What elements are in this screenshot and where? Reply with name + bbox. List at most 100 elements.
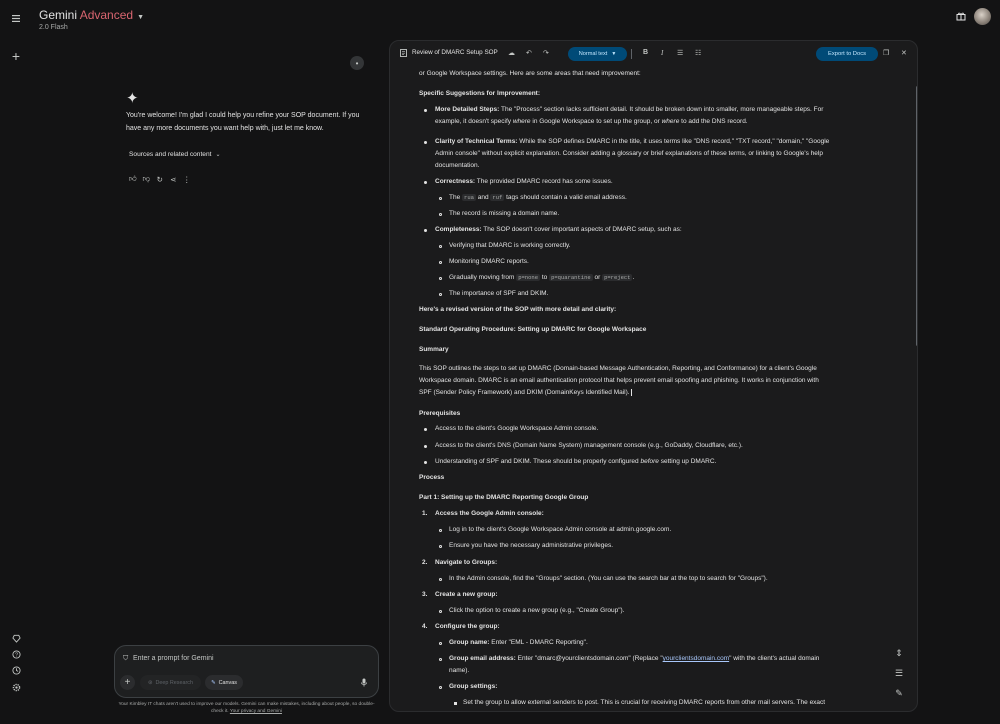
chevron-down-icon: ▼	[137, 14, 144, 21]
help-icon[interactable]: ?	[8, 646, 24, 662]
domain-link[interactable]: yourclientsdomain.com	[663, 655, 729, 662]
numbered-list-icon[interactable]: ☷	[695, 49, 701, 57]
bullet-marker	[439, 213, 442, 216]
bullet-marker	[439, 658, 442, 661]
text-height-icon[interactable]: ⇕	[889, 643, 909, 663]
canvas-label: Canvas	[218, 679, 237, 686]
privacy-link[interactable]: Your privacy and Gemini	[230, 709, 282, 714]
prompt-input[interactable]: Enter a prompt for Gemini	[133, 655, 214, 662]
item-text: While the SOP defines DMARC in the title…	[517, 138, 830, 145]
outline-icon[interactable]: ☰	[889, 663, 909, 683]
document-icon	[400, 49, 407, 59]
privacy-footer: Your Kimbley IT chats aren't used to imp…	[114, 702, 379, 715]
list-item: Access to the client's Google Workspace …	[435, 425, 599, 432]
history-icon[interactable]	[8, 662, 24, 678]
app-name: Gemini	[39, 8, 78, 22]
text-style-value: Normal text	[578, 51, 608, 57]
step-number: 2.	[422, 559, 428, 566]
model-switcher[interactable]: Gemini Advanced ▼ 2.0 Flash	[39, 8, 144, 31]
regenerate-icon[interactable]: ↻	[153, 174, 167, 184]
item-text: The "Process" section lacks sufficient d…	[499, 106, 824, 113]
document-body[interactable]: or Google Workspace settings. Here are s…	[419, 68, 884, 711]
sub-item: Click the option to create a new group (…	[449, 607, 625, 614]
undo-icon[interactable]: ↶	[526, 49, 532, 57]
sub-item: In the Admin console, find the "Groups" …	[449, 575, 768, 582]
sub-item: Group name: Enter "EML - DMARC Reporting…	[449, 637, 884, 649]
item-title: More Detailed Steps:	[435, 106, 500, 113]
canvas-toolbar: Review of DMARC Setup SOP ☁ ↶ ↷ Normal t…	[390, 41, 917, 67]
text-style-dropdown[interactable]: Normal text ▼	[568, 47, 627, 61]
item-text: to add the DNS record.	[679, 118, 748, 125]
deep-research-label: Deep Research	[155, 679, 193, 686]
share-icon[interactable]: ⋖	[167, 174, 181, 184]
close-icon[interactable]: ✕	[901, 49, 907, 57]
sources-toggle[interactable]: Sources and related content ⌄	[129, 151, 221, 158]
sub-item: Ensure you have the necessary administra…	[449, 542, 614, 549]
canvas-button[interactable]: ✎ Canvas	[205, 675, 243, 690]
step-number: 4.	[422, 623, 428, 630]
sub-item: Group settings:	[449, 683, 498, 690]
gift-icon[interactable]	[953, 8, 969, 24]
scrollbar-thumb[interactable]	[916, 86, 917, 346]
model-name: 2.0 Flash	[39, 24, 68, 31]
bullet-marker	[439, 261, 442, 264]
microphone-icon[interactable]	[361, 678, 367, 689]
step-title: Create a new group:	[435, 591, 498, 598]
list-item: Access to the client's DNS (Domain Name …	[435, 442, 743, 449]
bullet-marker	[424, 181, 427, 184]
new-chat-icon[interactable]: +	[8, 48, 24, 64]
item-title: Completeness:	[435, 226, 482, 233]
emphasis: where	[661, 118, 680, 125]
gem-icon[interactable]	[8, 630, 24, 646]
heading-part-1: Part 1: Setting up the DMARC Reporting G…	[419, 494, 589, 501]
response-text: You're welcome! I'm glad I could help yo…	[126, 112, 360, 132]
bullet-marker	[439, 529, 442, 532]
list-item-completeness: Completeness: The SOP doesn't cover impo…	[435, 224, 884, 236]
list-item-clarity: Clarity of Technical Terms: While the SO…	[435, 136, 884, 172]
menu-icon[interactable]	[8, 10, 24, 26]
bulleted-list-icon[interactable]: ☰	[677, 49, 683, 57]
deep-research-button[interactable]: ⊛ Deep Research	[140, 675, 201, 690]
step-number: 3.	[422, 591, 428, 598]
more-dot-button[interactable]: •	[350, 56, 364, 70]
avatar[interactable]	[974, 8, 991, 25]
bold-icon[interactable]: B	[643, 49, 648, 56]
bullet-marker	[424, 461, 427, 464]
item-text: example, it doesn't specify	[435, 118, 513, 125]
export-to-docs-button[interactable]: Export to Docs	[816, 47, 878, 61]
bullet-marker	[439, 545, 442, 548]
thumbs-down-icon[interactable]: 👎︎	[140, 174, 154, 184]
gear-icon[interactable]	[8, 679, 24, 695]
text-cursor	[630, 389, 632, 396]
bullet-marker	[439, 293, 442, 296]
redo-icon[interactable]: ↷	[543, 49, 549, 57]
summary-line: Workspace domain. DMARC is an email auth…	[419, 377, 819, 384]
item-text: documentation.	[435, 162, 480, 169]
italic-icon[interactable]: I	[661, 49, 663, 57]
shield-icon: ⛉	[123, 655, 129, 662]
inline-code: rua	[462, 194, 476, 201]
item-text: The SOP doesn't cover important aspects …	[481, 226, 682, 233]
sub-item: Monitoring DMARC reports.	[449, 258, 529, 265]
item-text: Gradually moving from	[449, 274, 517, 281]
thumbs-up-icon[interactable]: 👍︎	[126, 174, 140, 184]
more-vert-icon[interactable]: ⋮	[180, 174, 194, 184]
sub-item: The rua and ruf tags should contain a va…	[449, 192, 884, 204]
item-title: Group name:	[449, 639, 490, 646]
response-actions: 👍︎ 👎︎ ↻ ⋖ ⋮	[126, 174, 194, 184]
item-text: or	[592, 274, 603, 281]
edit-suggestions-icon[interactable]: ✎	[889, 683, 909, 703]
copy-icon[interactable]: ❐	[883, 49, 889, 57]
heading-sop-title: Standard Operating Procedure: Setting up…	[419, 326, 647, 333]
chevron-down-icon: ⌄	[215, 152, 221, 158]
summary-line: SPF (Sender Policy Framework) and DKIM (…	[419, 389, 630, 396]
sub-item: Verifying that DMARC is working correctl…	[449, 242, 571, 249]
item-title: Clarity of Technical Terms:	[435, 138, 518, 145]
item-text: Enter "dmarc@yourclientsdomain.com" (Rep…	[515, 655, 663, 662]
heading-summary: Summary	[419, 346, 449, 353]
summary-paragraph: This SOP outlines the steps to set up DM…	[419, 363, 884, 399]
add-files-button[interactable]: +	[120, 675, 135, 690]
bullet-marker	[424, 109, 427, 112]
chat-column: • ✦ You're welcome! I'm glad I could hel…	[112, 40, 384, 680]
item-text: to	[540, 274, 550, 281]
